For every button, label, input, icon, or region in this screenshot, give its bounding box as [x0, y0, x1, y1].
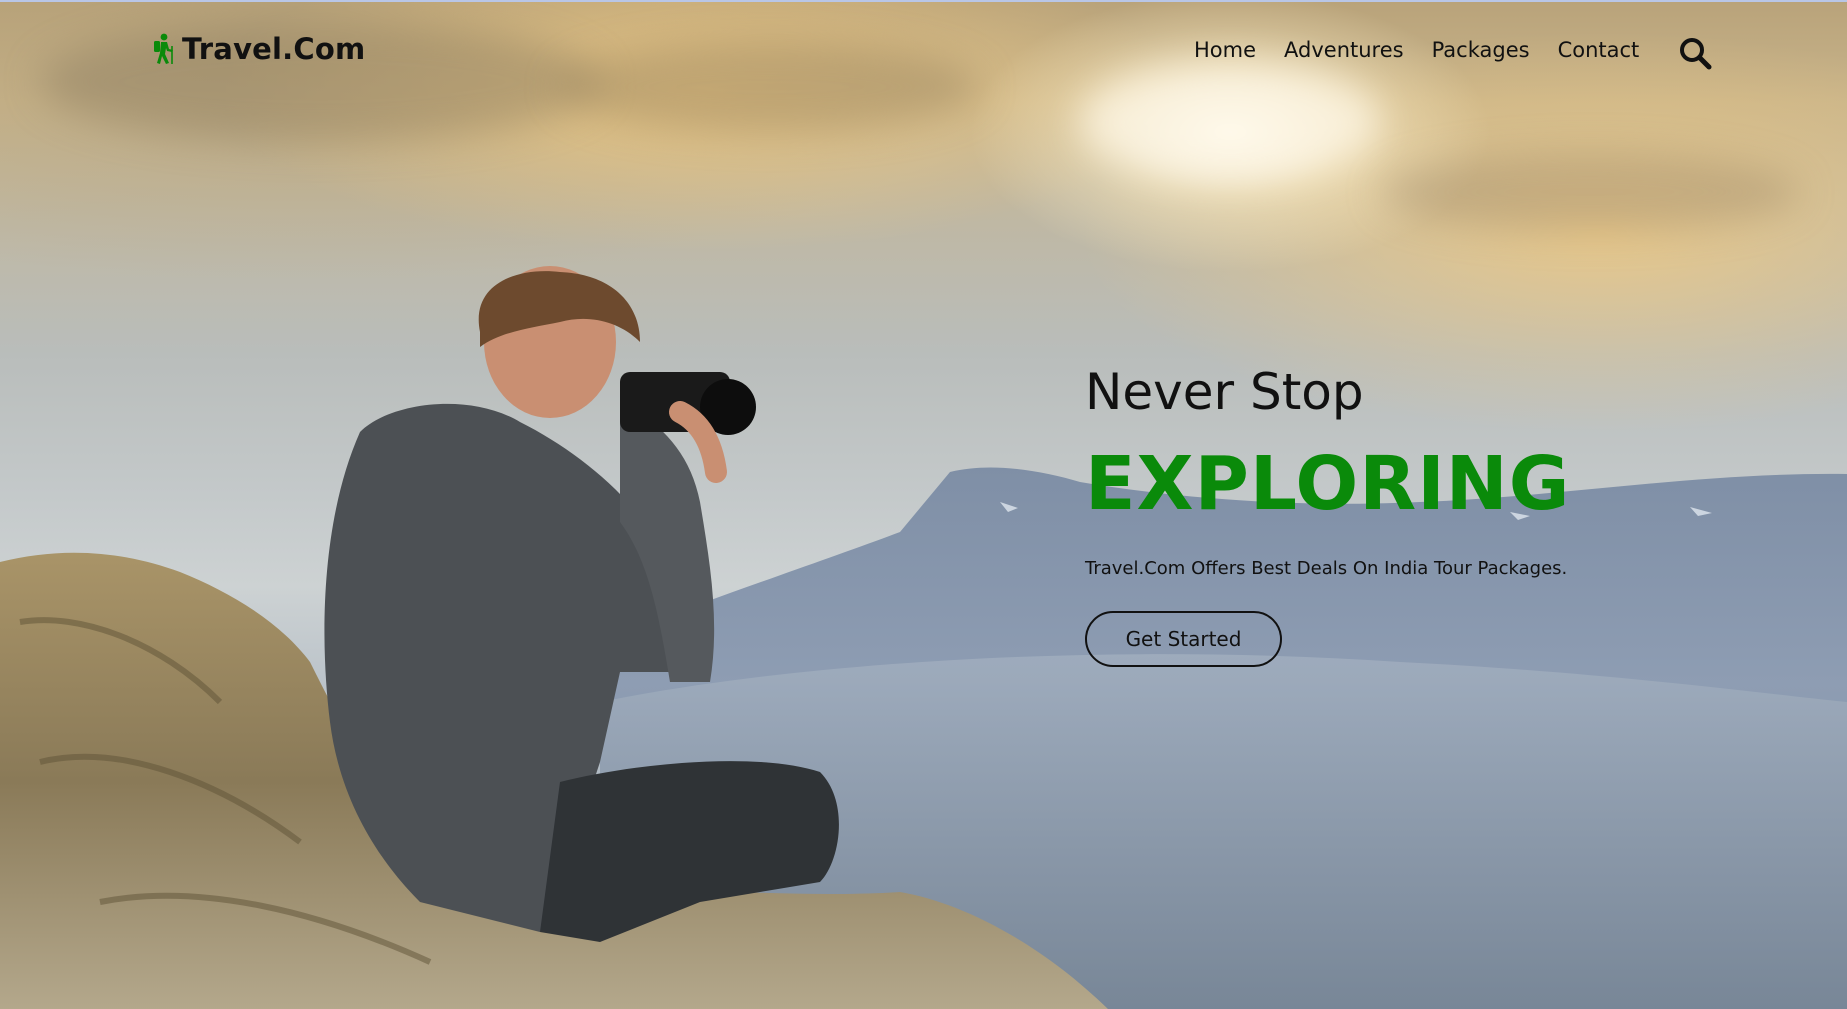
site-header: Travel.Com Home Adventures Packages Cont… [0, 2, 1847, 102]
hiker-icon [150, 33, 176, 65]
nav-item-adventures[interactable]: Adventures [1284, 38, 1404, 62]
hero-description: Travel.Com Offers Best Deals On India To… [1085, 558, 1568, 579]
hero-section: Never Stop EXPLORING Travel.Com Offers B… [1085, 362, 1785, 667]
get-started-button[interactable]: Get Started [1085, 611, 1282, 667]
search-icon [1680, 38, 1712, 70]
search-button[interactable] [1678, 36, 1712, 70]
brand-logo[interactable]: Travel.Com [150, 32, 365, 66]
main-nav: Home Adventures Packages Contact [1194, 38, 1667, 62]
nav-item-home[interactable]: Home [1194, 38, 1256, 62]
brand-name: Travel.Com [182, 32, 366, 66]
page: Travel.Com Home Adventures Packages Cont… [0, 0, 1847, 1009]
nav-item-contact[interactable]: Contact [1558, 38, 1640, 62]
hero-subtitle: Never Stop [1085, 363, 1364, 421]
nav-item-packages[interactable]: Packages [1432, 38, 1530, 62]
hero-title: EXPLORING [1085, 441, 1571, 527]
